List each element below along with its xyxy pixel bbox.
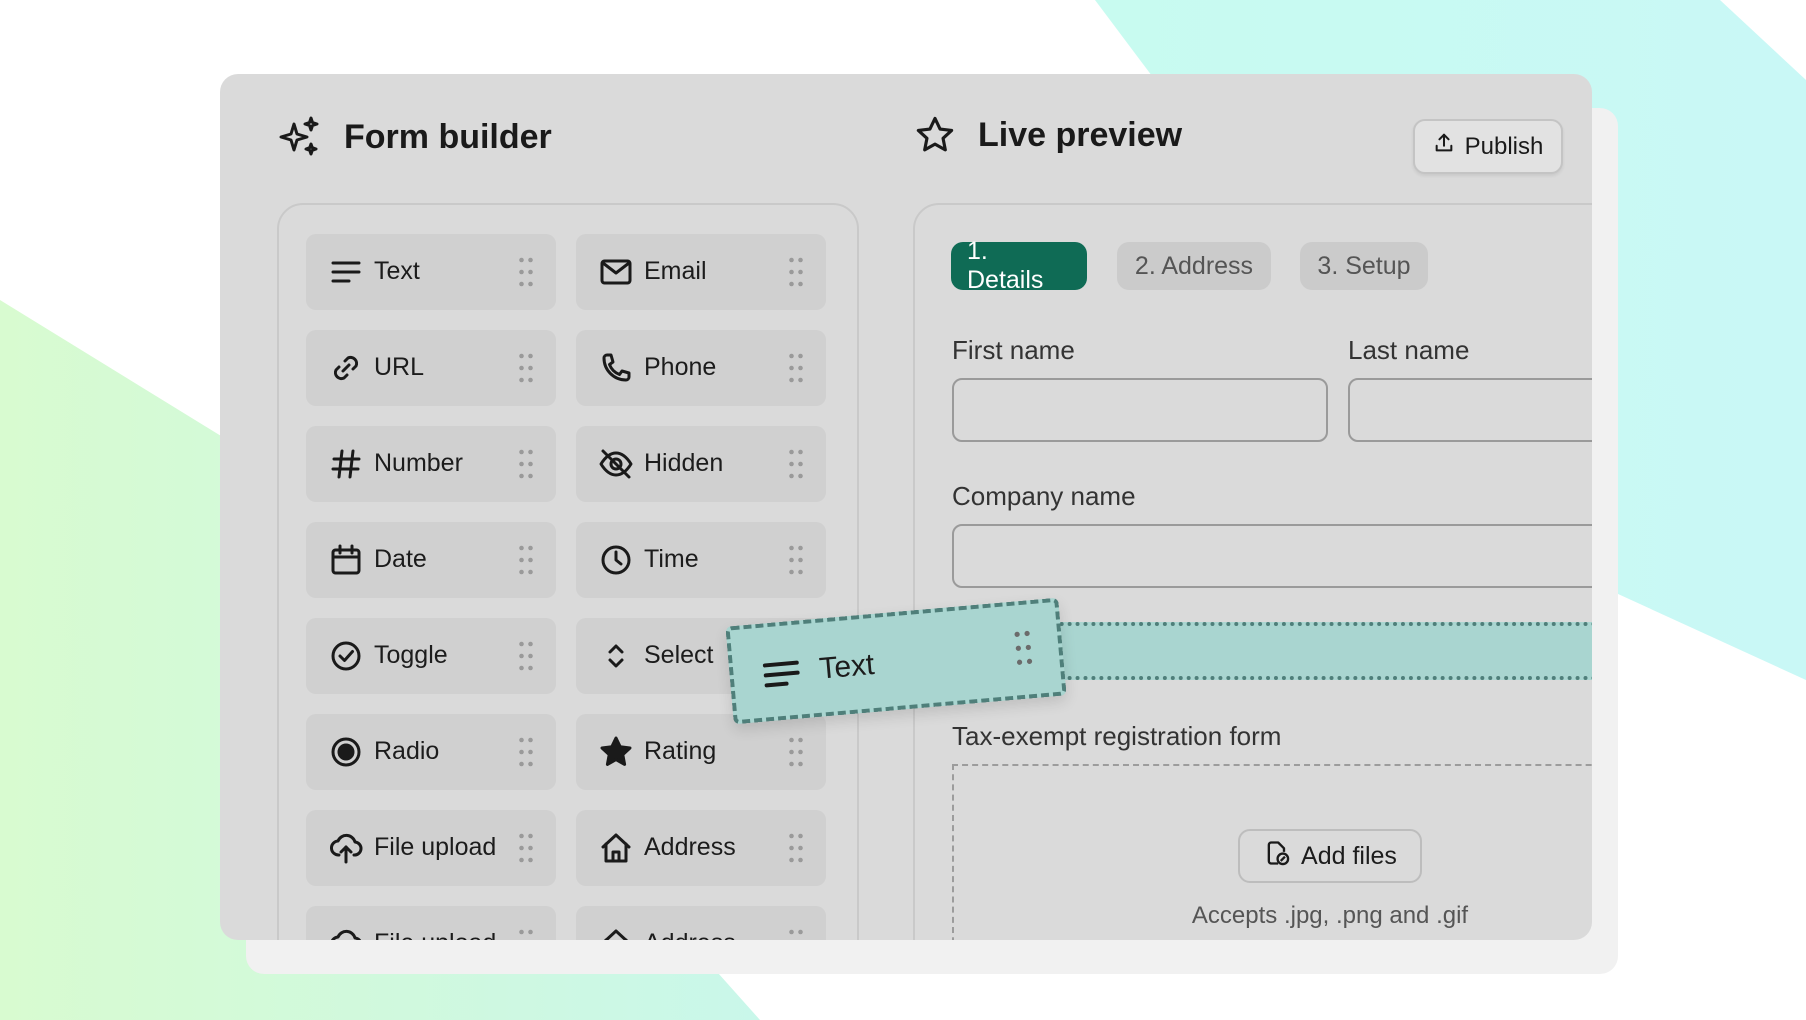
drop-target-zone[interactable]	[1020, 622, 1592, 680]
company-name-field[interactable]	[952, 524, 1592, 588]
last-name-field[interactable]	[1348, 378, 1592, 442]
first-name-field[interactable]	[952, 378, 1328, 442]
company-name-label: Company name	[952, 481, 1136, 511]
first-name-label: First name	[952, 335, 1075, 365]
tab-setup[interactable]: 3. Setup	[1300, 242, 1428, 290]
preview-clip: 1. Details 2. Address 3. Setup First nam…	[220, 74, 1592, 940]
add-files-button[interactable]: Add files	[1238, 829, 1422, 883]
text-lines-icon	[760, 654, 803, 693]
dragged-label: Text	[817, 647, 876, 686]
accepts-text: Accepts .jpg, .png and .gif	[1191, 902, 1469, 929]
tab-address[interactable]: 2. Address	[1117, 242, 1271, 290]
drag-handle-icon[interactable]	[1013, 628, 1034, 667]
add-files-label: Add files	[1301, 841, 1397, 870]
preview-content: 1. Details 2. Address 3. Setup First nam…	[0, 0, 1806, 1020]
last-name-label: Last name	[1348, 335, 1470, 365]
tab-details[interactable]: 1. Details	[951, 237, 1087, 294]
tax-form-label: Tax-exempt registration form	[952, 721, 1282, 751]
file-icon	[1263, 839, 1291, 874]
